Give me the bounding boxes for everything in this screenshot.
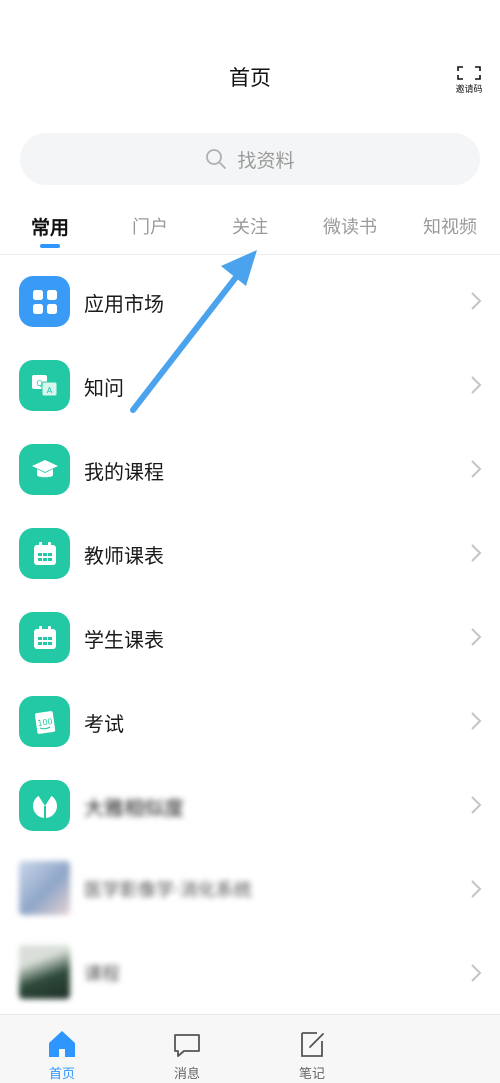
chevron-right-icon: [471, 460, 482, 478]
course-thumbnail: [19, 861, 70, 915]
list-item-label: 学生课表: [84, 628, 164, 652]
chevron-right-icon: [471, 880, 482, 898]
list-item-my-courses[interactable]: 我的课程: [0, 427, 500, 511]
list-item-app-market[interactable]: 应用市场: [0, 259, 500, 343]
header: 首页 邀请码: [0, 0, 500, 130]
bottom-nav: 首页 消息 笔记: [0, 1014, 500, 1083]
nav-messages-label: 消息: [173, 1067, 200, 1082]
nav-notes[interactable]: 笔记: [272, 1015, 352, 1082]
list-item-teacher-schedule[interactable]: 教师课表: [0, 511, 500, 595]
course-thumbnail: [19, 945, 70, 999]
chevron-right-icon: [471, 796, 482, 814]
calendar-icon: [19, 612, 70, 663]
list-item-label: 医学影像学·消化系统: [84, 880, 252, 901]
tab-portal[interactable]: 门户: [100, 213, 200, 239]
grid-icon: [19, 276, 70, 327]
list-item-similarity[interactable]: 大雅相似度: [0, 763, 500, 847]
nav-messages[interactable]: 消息: [147, 1015, 227, 1082]
list-item-course-1[interactable]: 医学影像学·消化系统: [0, 847, 500, 931]
search-icon: [206, 149, 227, 169]
active-tab-indicator: [40, 244, 60, 248]
tab-micro-reading[interactable]: 微读书: [300, 213, 400, 239]
search-bar[interactable]: 找资料: [20, 133, 480, 185]
nav-notes-label: 笔记: [298, 1067, 325, 1082]
list-item-student-schedule[interactable]: 学生课表: [0, 595, 500, 679]
chevron-right-icon: [471, 544, 482, 562]
home-icon: [49, 1031, 75, 1057]
page-title: 首页: [229, 66, 271, 90]
invite-code-label: 邀请码: [455, 85, 483, 95]
qa-icon: Q A: [19, 360, 70, 411]
svg-text:Q: Q: [36, 379, 42, 388]
list-item-label: 课程: [84, 964, 120, 985]
list-item-zhiwen[interactable]: Q A 知问: [0, 343, 500, 427]
svg-text:A: A: [46, 386, 52, 395]
list-item-label: 知问: [84, 376, 124, 400]
list-item-label: 我的课程: [84, 460, 164, 484]
tab-common[interactable]: 常用: [0, 213, 100, 240]
list-item-label: 教师课表: [84, 544, 164, 568]
chevron-right-icon: [471, 376, 482, 394]
list-item-label: 考试: [84, 712, 124, 736]
chevron-right-icon: [471, 292, 482, 310]
list-item-exam[interactable]: 100 考试: [0, 679, 500, 763]
tab-follow[interactable]: 关注: [200, 213, 300, 239]
tab-bar: 常用 门户 关注 微读书 知视频: [0, 205, 500, 255]
chat-icon: [174, 1034, 200, 1057]
graduation-cap-icon: [19, 444, 70, 495]
pie-icon: [19, 780, 70, 831]
exam-paper-icon: 100: [19, 696, 70, 747]
chevron-right-icon: [471, 712, 482, 730]
scan-frame-icon: [457, 66, 481, 80]
tab-knowledge-video[interactable]: 知视频: [400, 213, 500, 239]
list-item-label: 应用市场: [84, 292, 164, 316]
search-placeholder: 找资料: [237, 149, 295, 172]
chevron-right-icon: [471, 628, 482, 646]
list-item-course-2[interactable]: 课程: [0, 931, 500, 1015]
nav-home-label: 首页: [48, 1067, 75, 1082]
calendar-icon: [19, 528, 70, 579]
note-icon: [301, 1032, 324, 1057]
chevron-right-icon: [471, 964, 482, 982]
nav-home[interactable]: 首页: [22, 1015, 102, 1082]
list-item-label: 大雅相似度: [84, 796, 184, 820]
invite-code-button[interactable]: 邀请码: [452, 66, 486, 95]
